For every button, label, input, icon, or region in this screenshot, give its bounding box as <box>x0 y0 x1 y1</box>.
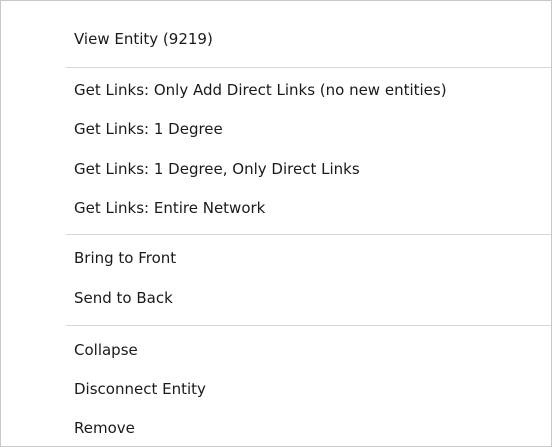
menu-item-send-to-back[interactable]: Send to Back <box>1 281 551 315</box>
menu-item-disconnect-entity[interactable]: Disconnect Entity <box>1 372 551 406</box>
menu-item-get-links-1-degree[interactable]: Get Links: 1 Degree <box>1 112 551 146</box>
menu-item-get-links-entire-network[interactable]: Get Links: Entire Network <box>1 191 551 225</box>
menu-item-view-entity[interactable]: View Entity (9219) <box>1 22 551 56</box>
menu-item-bring-to-front[interactable]: Bring to Front <box>1 241 551 275</box>
menu-item-collapse[interactable]: Collapse <box>1 333 551 367</box>
menu-separator <box>66 234 551 235</box>
context-menu: View Entity (9219) Get Links: Only Add D… <box>0 0 552 447</box>
menu-item-get-links-1-degree-direct[interactable]: Get Links: 1 Degree, Only Direct Links <box>1 152 551 186</box>
menu-separator <box>66 67 551 68</box>
menu-item-get-links-direct-only[interactable]: Get Links: Only Add Direct Links (no new… <box>1 73 551 107</box>
menu-separator <box>66 325 551 326</box>
menu-item-remove[interactable]: Remove <box>1 411 551 445</box>
